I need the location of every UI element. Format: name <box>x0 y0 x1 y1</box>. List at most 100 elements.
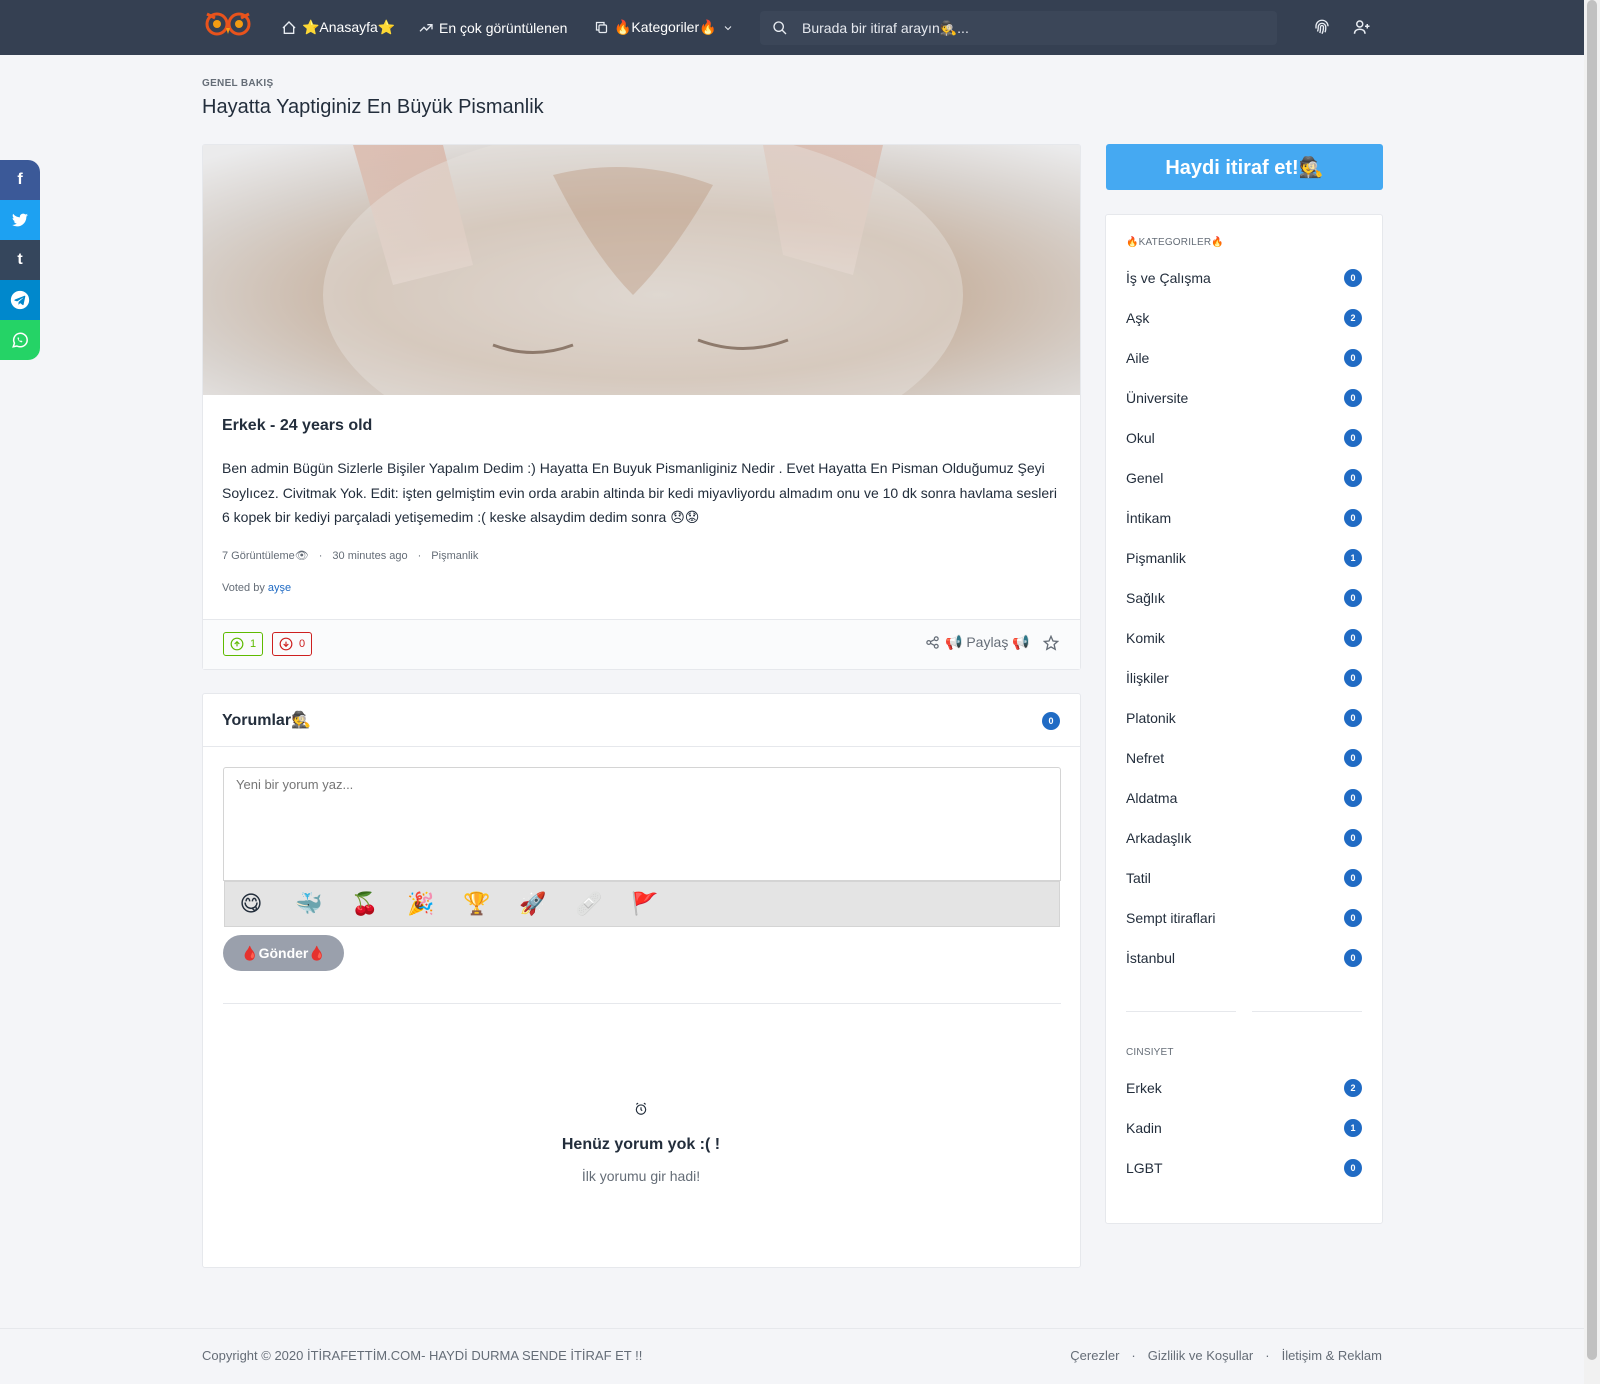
comments-divider <box>203 746 1080 747</box>
emoji-option[interactable]: 🚩 <box>631 891 658 917</box>
category-count: 0 <box>1344 909 1362 927</box>
confess-cta-button[interactable]: Haydi itiraf et!🕵 <box>1106 144 1383 190</box>
share-post-label: 📢 Paylaş 📢 <box>945 634 1030 650</box>
category-name: Aldatma <box>1126 790 1178 806</box>
share-facebook-button[interactable]: f <box>0 160 40 200</box>
site-logo[interactable] <box>202 10 254 46</box>
category-count: 0 <box>1344 509 1362 527</box>
category-count: 1 <box>1344 549 1362 567</box>
sidebar-category-item[interactable]: İntikam 0 <box>1126 509 1362 527</box>
sidebar-category-item[interactable]: Sempt itiraflari 0 <box>1126 909 1362 927</box>
voted-by: Voted by ayşe <box>222 582 291 594</box>
category-name: Nefret <box>1126 750 1165 766</box>
comments-title: Yorumlar🕵 <box>222 712 311 729</box>
comment-textarea[interactable] <box>223 767 1061 881</box>
scrollbar-thumb[interactable] <box>1587 0 1597 1360</box>
user-plus-icon[interactable] <box>1353 18 1373 38</box>
share-whatsapp-button[interactable] <box>0 320 40 360</box>
sidebar-category-item[interactable]: İş ve Çalışma 0 <box>1126 269 1362 287</box>
sidebar-category-item[interactable]: Sağlık 0 <box>1126 589 1362 607</box>
nav-home-label: ⭐Anasayfa⭐ <box>302 19 396 35</box>
post-category-link[interactable]: Pişmanlik <box>431 550 478 562</box>
emoji-option[interactable]: 🏆 <box>463 891 490 917</box>
category-count: 0 <box>1344 469 1362 487</box>
category-count: 0 <box>1344 789 1362 807</box>
sidebar-category-item[interactable]: Nefret 0 <box>1126 749 1362 767</box>
sidebar-category-item[interactable]: Tatil 0 <box>1126 869 1362 887</box>
nav-popular[interactable]: En çok görüntülenen <box>418 0 567 55</box>
chevron-down-icon <box>724 25 731 30</box>
sidebar-category-item[interactable]: İlişkiler 0 <box>1126 669 1362 687</box>
category-name: Komik <box>1126 630 1165 646</box>
footer-link-privacy[interactable]: Gizlilik ve Koşullar <box>1148 1348 1253 1363</box>
sidebar-category-item[interactable]: Üniversite 0 <box>1126 389 1362 407</box>
post-time: 30 minutes ago <box>332 549 408 562</box>
page-title: Hayatta Yaptiginiz En Büyük Pismanlik <box>202 96 544 118</box>
category-count: 0 <box>1344 269 1362 287</box>
arrow-down-circle-icon <box>279 637 293 651</box>
categories-heading: 🔥KATEGORILER🔥 <box>1126 237 1224 248</box>
category-count: 0 <box>1344 829 1362 847</box>
sidebar-category-item[interactable]: Aile 0 <box>1126 349 1362 367</box>
gender-name: Erkek <box>1126 1080 1162 1096</box>
submit-comment-button[interactable]: 🩸Gönder🩸 <box>223 935 344 971</box>
search-input[interactable] <box>802 20 1242 36</box>
gender-name: Kadin <box>1126 1120 1162 1136</box>
share-icon <box>926 636 939 649</box>
footer-link-cookies[interactable]: Çerezler <box>1070 1348 1119 1363</box>
nav-categories-label: 🔥Kategoriler🔥 <box>614 19 717 35</box>
post-meta: 7 Görüntüleme👁 · 30 minutes ago · Pişman… <box>222 549 479 563</box>
share-tumblr-button[interactable]: t <box>0 240 40 280</box>
sidebar-category-item[interactable]: Komik 0 <box>1126 629 1362 647</box>
star-icon[interactable] <box>1042 634 1060 656</box>
sidebar-category-item[interactable]: Pişmanlik 1 <box>1126 549 1362 567</box>
sidebar-category-item[interactable]: Genel 0 <box>1126 469 1362 487</box>
voter-link[interactable]: ayşe <box>268 582 291 594</box>
sidebar-category-item[interactable]: Platonik 0 <box>1126 709 1362 727</box>
emoji-option[interactable]: 🚀 <box>519 891 546 917</box>
copy-icon <box>595 21 608 34</box>
category-count: 0 <box>1344 869 1362 887</box>
twitter-icon <box>12 213 28 227</box>
upvote-button[interactable]: 1 <box>223 632 264 656</box>
downvote-button[interactable]: 0 <box>272 632 313 656</box>
category-name: Pişmanlik <box>1126 550 1186 566</box>
sidebar-category-item[interactable]: Okul 0 <box>1126 429 1362 447</box>
sidebar-category-item[interactable]: İstanbul 0 <box>1126 949 1362 967</box>
category-name: Aşk <box>1126 310 1150 326</box>
category-name: Sempt itiraflari <box>1126 910 1216 926</box>
share-telegram-button[interactable] <box>0 280 40 320</box>
sidebar-gender-item[interactable]: Kadin 1 <box>1126 1119 1362 1137</box>
tumblr-icon: t <box>17 251 23 268</box>
share-twitter-button[interactable] <box>0 200 40 240</box>
fingerprint-icon[interactable] <box>1313 18 1333 38</box>
emoji-option[interactable]: 🩹 <box>575 891 602 917</box>
category-count: 0 <box>1344 589 1362 607</box>
footer-link-contact[interactable]: İletişim & Reklam <box>1282 1348 1382 1363</box>
emoji-option[interactable]: 🍒 <box>351 891 378 917</box>
voted-by-prefix: Voted by <box>222 582 268 594</box>
nav-categories-dropdown[interactable]: 🔥Kategoriler🔥 <box>594 0 734 55</box>
emoji-option[interactable]: 🐳 <box>295 891 322 917</box>
category-name: İstanbul <box>1126 950 1176 966</box>
category-name: İlişkiler <box>1126 670 1169 686</box>
category-name: Aile <box>1126 350 1150 366</box>
category-name: İş ve Çalışma <box>1126 270 1211 286</box>
sidebar-gender-item[interactable]: LGBT 0 <box>1126 1159 1362 1177</box>
page-pretitle: GENEL BAKIŞ <box>202 78 274 89</box>
share-post-button[interactable]: 📢 Paylaş 📢 <box>925 634 1030 651</box>
category-count: 0 <box>1344 349 1362 367</box>
category-name: Platonik <box>1126 710 1176 726</box>
footer-links: Çerezler · Gizlilik ve Koşullar · İletiş… <box>1070 1348 1382 1363</box>
top-navbar: ⭐Anasayfa⭐ En çok görüntülenen 🔥Kategori… <box>0 0 1584 55</box>
sidebar-category-item[interactable]: Arkadaşlık 0 <box>1126 829 1362 847</box>
sidebar-divider <box>1126 1011 1236 1012</box>
emoji-option[interactable]: 🎉 <box>407 891 434 917</box>
facebook-icon: f <box>17 171 23 188</box>
category-count: 2 <box>1344 309 1362 327</box>
sidebar-category-item[interactable]: Aşk 2 <box>1126 309 1362 327</box>
sidebar-gender-item[interactable]: Erkek 2 <box>1126 1079 1362 1097</box>
emoji-option[interactable]: 😋 <box>239 891 263 917</box>
nav-home[interactable]: ⭐Anasayfa⭐ <box>281 0 395 55</box>
sidebar-category-item[interactable]: Aldatma 0 <box>1126 789 1362 807</box>
